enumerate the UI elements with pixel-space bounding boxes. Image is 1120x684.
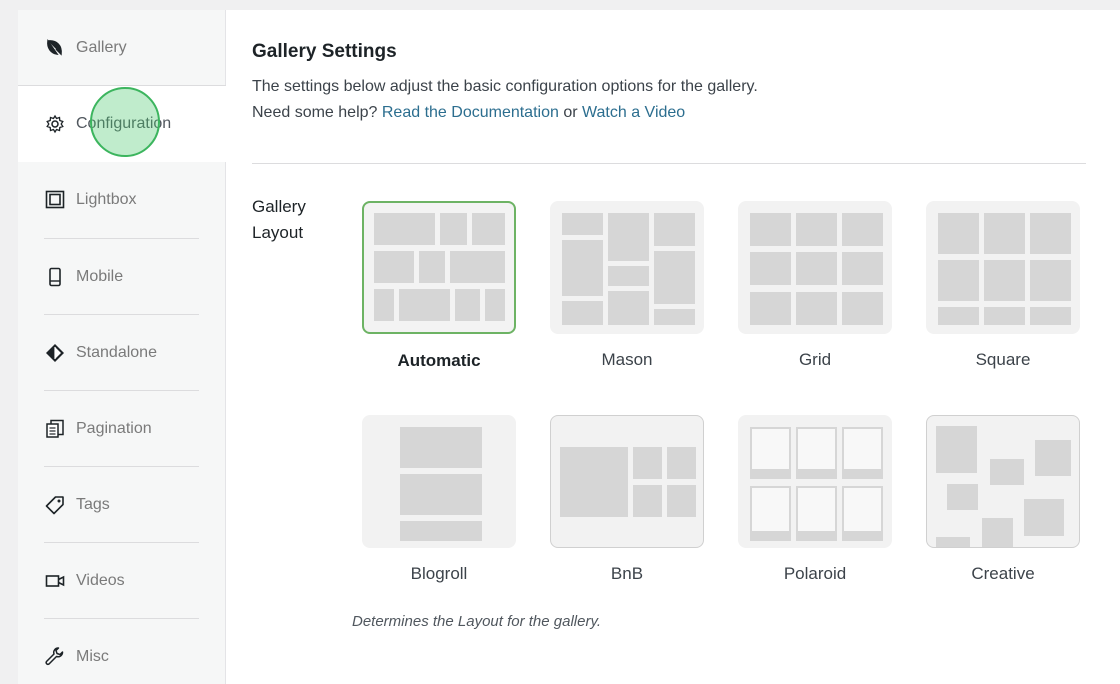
sidebar-item-label: Tags <box>76 496 110 513</box>
page-title: Gallery Settings <box>252 41 397 62</box>
layout-option-blogroll[interactable] <box>362 415 516 548</box>
sidebar-item-label: Misc <box>76 648 109 665</box>
divider <box>252 163 1086 164</box>
layout-option-square[interactable] <box>926 201 1080 334</box>
settings-sidebar: Gallery Configuration Lightbox Mobile St… <box>18 10 227 684</box>
layout-option-automatic[interactable] <box>362 201 516 334</box>
gallery-layout-label: Gallery Layout <box>252 197 306 242</box>
lightbox-icon <box>44 189 66 211</box>
sidebar-item-label: Gallery <box>76 38 127 56</box>
layout-name-square: Square <box>975 350 1031 369</box>
sidebar-item-lightbox[interactable]: Lightbox <box>18 162 226 238</box>
sidebar-item-pagination[interactable]: Pagination <box>18 391 226 467</box>
mobile-icon <box>44 266 66 288</box>
video-icon <box>44 570 66 592</box>
sidebar-item-mobile[interactable]: Mobile <box>18 239 226 315</box>
sidebar-item-videos[interactable]: Videos <box>18 543 226 619</box>
layout-name-mason: Mason <box>601 350 653 369</box>
settings-panel: Gallery Configuration Lightbox Mobile St… <box>18 10 1120 684</box>
documentation-link[interactable]: Read the Documentation <box>382 104 559 121</box>
tag-icon <box>44 494 66 516</box>
sidebar-item-label: Mobile <box>76 268 124 285</box>
sidebar-item-tags[interactable]: Tags <box>18 467 226 543</box>
video-link[interactable]: Watch a Video <box>582 104 685 121</box>
layout-name-bnb: BnB <box>610 564 644 583</box>
gear-icon <box>44 113 66 135</box>
settings-main: Gallery Settings The settings below adju… <box>252 10 1086 684</box>
standalone-icon <box>44 342 66 364</box>
sidebar-item-configuration[interactable]: Configuration <box>18 86 227 162</box>
sidebar-item-label: Lightbox <box>76 191 137 208</box>
layout-name-blogroll: Blogroll <box>410 564 468 583</box>
layout-help-text: Determines the Layout for the gallery. <box>352 613 602 630</box>
wrench-icon <box>44 646 66 668</box>
layout-option-mason[interactable] <box>550 201 704 334</box>
help-line: Need some help? Read the Documentation o… <box>252 104 685 122</box>
layout-option-bnb[interactable] <box>550 415 704 548</box>
layout-option-creative[interactable] <box>926 415 1080 548</box>
pagination-icon <box>44 418 66 440</box>
sidebar-item-label: Standalone <box>76 344 157 361</box>
sidebar-item-misc[interactable]: Misc <box>18 619 226 684</box>
layout-name-creative: Creative <box>971 564 1035 583</box>
settings-description: The settings below adjust the basic conf… <box>252 78 758 95</box>
sidebar-item-gallery[interactable]: Gallery <box>18 10 226 86</box>
layout-option-grid[interactable] <box>738 201 892 334</box>
sidebar-item-label: Pagination <box>76 420 152 437</box>
help-prefix: Need some help? <box>252 104 378 121</box>
layout-name-grid: Grid <box>798 350 832 369</box>
layout-option-polaroid[interactable] <box>738 415 892 548</box>
sidebar-item-standalone[interactable]: Standalone <box>18 315 226 391</box>
layout-name-automatic: Automatic <box>397 351 481 370</box>
layout-name-polaroid: Polaroid <box>783 564 847 583</box>
sidebar-item-label: Configuration <box>76 115 172 132</box>
sidebar-item-label: Videos <box>76 572 125 589</box>
leaf-icon <box>44 37 66 59</box>
or-text: or <box>563 104 578 121</box>
